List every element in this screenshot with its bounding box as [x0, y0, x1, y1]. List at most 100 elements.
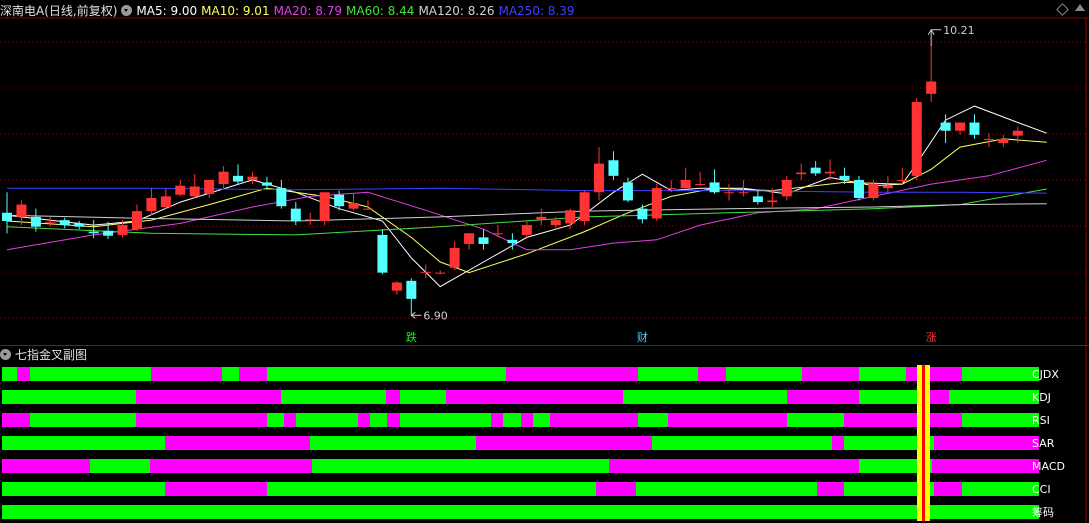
strip-segment: [136, 413, 267, 427]
strip-segment: [550, 413, 638, 427]
strip-segment: [30, 367, 151, 381]
candle-body: [579, 192, 590, 221]
candle-body: [868, 184, 879, 198]
candle: [204, 179, 215, 198]
candle-body: [420, 271, 431, 273]
candle-body: [983, 138, 994, 140]
candle-body: [839, 175, 850, 180]
candle: [651, 184, 662, 221]
strip-segment: [726, 367, 802, 381]
candle-body: [492, 233, 503, 235]
candle: [796, 163, 807, 180]
candle: [680, 167, 691, 191]
indicator-strip-macd: MACD: [2, 459, 1065, 473]
candle-body: [796, 172, 807, 175]
strip-segment: [2, 482, 165, 496]
strip-segment: [2, 413, 30, 427]
candle: [637, 204, 648, 224]
strip-segment: [387, 413, 400, 427]
strip-segment: [906, 367, 962, 381]
candle-body: [998, 138, 1009, 144]
candle-body: [146, 197, 157, 212]
strip-segment: [446, 390, 623, 404]
strip-segment: [652, 436, 832, 450]
strip-segment: [312, 459, 609, 473]
candle-body: [16, 204, 27, 217]
strip-segment: [668, 413, 787, 427]
candle-body: [131, 211, 142, 230]
strip-segment: [239, 367, 267, 381]
candle-body: [969, 122, 980, 135]
strip-segment: [400, 390, 446, 404]
candle: [449, 241, 460, 271]
candle: [810, 161, 821, 176]
candle: [305, 212, 316, 226]
candle-body: [507, 239, 518, 244]
candle-body: [853, 179, 864, 198]
candle: [911, 97, 922, 180]
candle-body: [622, 182, 633, 201]
strip-segment: [503, 413, 521, 427]
strip-segment: [859, 390, 920, 404]
indicator-strip-筹码: 筹码: [2, 505, 1054, 519]
candle-body: [565, 210, 576, 224]
strip-segment: [962, 482, 1039, 496]
strip-segment: [962, 413, 1039, 427]
candle: [160, 188, 171, 209]
candle: [146, 188, 157, 216]
strip-segment: [533, 413, 550, 427]
candle: [825, 159, 836, 180]
strip-segment: [949, 390, 1039, 404]
candle: [536, 208, 547, 226]
candle-body: [666, 188, 677, 190]
candle: [752, 190, 763, 205]
candle-body: [449, 248, 460, 268]
strip-segment: [932, 459, 1039, 473]
strip-segment: [267, 413, 284, 427]
candle-body: [940, 122, 951, 131]
candle-body: [305, 219, 316, 221]
strip-segment: [832, 436, 844, 450]
candle-body: [781, 179, 792, 197]
candle-body: [319, 192, 330, 221]
candle-body: [160, 196, 171, 208]
candle-body: [189, 186, 200, 197]
strip-segment: [638, 413, 668, 427]
candle-body: [651, 188, 662, 219]
strip-segment: [623, 390, 787, 404]
strip-segment: [638, 367, 698, 381]
candle-body: [363, 208, 373, 210]
candle: [983, 133, 994, 148]
candle-body: [276, 188, 287, 207]
strip-segment: [844, 413, 962, 427]
strip-label: MACD: [1032, 460, 1065, 473]
strip-segment: [310, 436, 476, 450]
candle-body: [536, 216, 547, 220]
ma-line-ma250: [7, 187, 1047, 194]
strip-segment: [698, 367, 726, 381]
strip-segment: [151, 367, 222, 381]
candle-body: [680, 179, 691, 189]
candle-body: [752, 196, 763, 203]
strip-segment: [386, 390, 400, 404]
strip-segment: [165, 436, 310, 450]
strip-segment: [17, 367, 30, 381]
candle: [926, 43, 937, 103]
candle: [478, 229, 489, 250]
candle-body: [391, 282, 402, 291]
candle: [998, 134, 1009, 148]
strip-segment: [596, 482, 636, 496]
candle: [131, 204, 142, 231]
candle: [579, 190, 590, 226]
strip-segment: [2, 390, 136, 404]
candle: [594, 147, 605, 201]
candle-body: [594, 163, 605, 193]
candle-body: [637, 208, 648, 220]
strip-segment: [2, 505, 1039, 519]
candle: [363, 200, 373, 210]
candle-body: [45, 221, 56, 223]
indicator-strip-rsi: RSI: [2, 413, 1050, 427]
candle: [492, 225, 503, 238]
candle: [608, 151, 619, 180]
strip-segment: [30, 413, 136, 427]
